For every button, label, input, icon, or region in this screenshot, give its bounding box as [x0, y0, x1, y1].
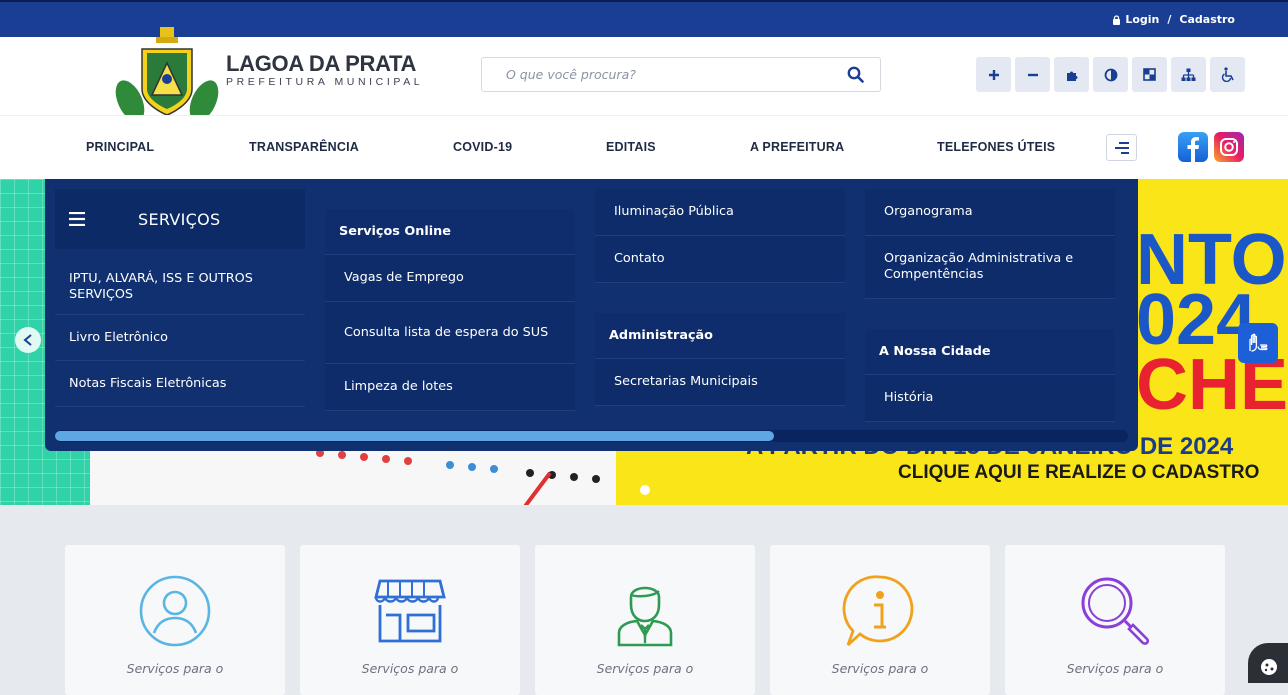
user-icon — [139, 575, 211, 647]
auth-separator: / — [1167, 13, 1172, 26]
wheelchair-icon[interactable] — [1210, 57, 1245, 92]
service-card-info[interactable]: Serviços para o — [770, 545, 990, 695]
carousel-dot[interactable] — [640, 485, 650, 495]
menu-lines-icon — [1114, 141, 1129, 154]
chevron-left-icon — [23, 334, 32, 346]
main-nav: PRINCIPAL TRANSPARÊNCIA COVID-19 EDITAIS… — [0, 115, 1288, 179]
minus-icon[interactable] — [1015, 57, 1050, 92]
brand-subtitle: PREFEITURA MUNICIPAL — [226, 76, 424, 88]
search-icon[interactable] — [847, 66, 864, 87]
services-menu-title: SERVIÇOS — [138, 209, 221, 229]
employee-icon — [617, 586, 673, 647]
nav-item-transparencia[interactable]: TRANSPARÊNCIA — [249, 140, 359, 154]
menu-heading-administracao: Administração — [595, 313, 845, 359]
service-card-label: Serviços para o — [596, 661, 694, 676]
menu-column-nossa-cidade: A Nossa Cidade História — [865, 329, 1115, 422]
facebook-icon[interactable] — [1178, 132, 1208, 162]
nav-item-editais[interactable]: EDITAIS — [606, 140, 656, 154]
carousel-prev-button[interactable] — [15, 327, 41, 353]
instagram-icon[interactable] — [1214, 132, 1244, 162]
service-card-label: Serviços para o — [361, 661, 459, 676]
service-card-business[interactable]: Serviços para o — [300, 545, 520, 695]
menu-scrollbar-thumb[interactable] — [55, 431, 774, 441]
register-link[interactable]: Cadastro — [1179, 13, 1235, 26]
cookie-settings-button[interactable] — [1248, 643, 1288, 683]
menu-item-iptu[interactable]: IPTU, ALVARÁ, ISS E OUTROS SERVIÇOS — [55, 259, 305, 315]
menu-column-4a: Organograma Organização Administrativa e… — [865, 189, 1115, 299]
lock-icon — [1113, 14, 1121, 25]
search-input[interactable] — [506, 67, 826, 82]
invert-icon[interactable] — [1132, 57, 1167, 92]
service-card-search[interactable]: Serviços para o — [1005, 545, 1225, 695]
nav-item-a-prefeitura[interactable]: A PREFEITURA — [750, 140, 844, 154]
menu-scrollbar[interactable] — [55, 430, 1128, 442]
cookie-icon — [1261, 659, 1277, 675]
service-card-label: Serviços para o — [1066, 661, 1164, 676]
brand-name: LAGOA DA PRATA — [226, 51, 417, 76]
menu-item-limpeza-lotes[interactable]: Limpeza de lotes — [325, 364, 575, 411]
search-icon — [1081, 577, 1150, 645]
menu-item-iluminacao-publica[interactable]: Iluminação Pública — [595, 189, 845, 236]
info-chat-icon — [842, 575, 914, 647]
menu-column-administracao: Administração Secretarias Municipais — [595, 313, 845, 406]
hands-icon — [1249, 333, 1268, 352]
nav-item-covid[interactable]: COVID-19 — [453, 140, 512, 154]
menu-item-contato[interactable]: Contato — [595, 236, 845, 283]
menu-item-historia[interactable]: História — [865, 375, 1115, 422]
service-card-citizen[interactable]: Serviços para o — [65, 545, 285, 695]
contrast-icon[interactable] — [1093, 57, 1128, 92]
store-icon — [374, 579, 446, 643]
plus-icon[interactable] — [976, 57, 1011, 92]
service-cards: Serviços para o Serviços para o Serviços… — [0, 505, 1288, 695]
brand[interactable]: LAGOA DA PRATA PREFEITURA MUNICIPAL — [226, 51, 423, 88]
service-card-employee[interactable]: Serviços para o — [535, 545, 755, 695]
services-list: IPTU, ALVARÁ, ISS E OUTROS SERVIÇOS Livr… — [55, 259, 305, 407]
search-box — [481, 57, 881, 92]
menu-item-notas-fiscais[interactable]: Notas Fiscais Eletrônicas — [55, 361, 305, 407]
login-link[interactable]: Login — [1125, 13, 1159, 26]
banner-cta-text: CLIQUE AQUI E REALIZE O CADASTRO — [898, 462, 1260, 483]
nav-item-telefones-uteis[interactable]: TELEFONES ÚTEIS — [937, 140, 1055, 154]
sitemap-icon[interactable] — [1171, 57, 1206, 92]
menu-heading-nossa-cidade: A Nossa Cidade — [865, 329, 1115, 375]
services-menu-header[interactable]: SERVIÇOS — [55, 189, 305, 249]
service-card-label: Serviços para o — [831, 661, 929, 676]
menu-item-vagas-emprego[interactable]: Vagas de Emprego — [325, 255, 575, 302]
menu-item-consulta-sus[interactable]: Consulta lista de espera do SUS — [325, 302, 575, 364]
header: LAGOA DA PRATA - MG LAGOA DA PRATA PREFE… — [0, 27, 1288, 128]
accessibility-toolbar — [976, 57, 1245, 92]
menu-toggle-button[interactable] — [1106, 134, 1137, 161]
hamburger-icon — [69, 212, 85, 226]
menu-item-organizacao-administrativa[interactable]: Organização Administrativa e Compentênci… — [865, 236, 1115, 299]
services-mega-menu: SERVIÇOS IPTU, ALVARÁ, ISS E OUTROS SERV… — [45, 179, 1138, 451]
menu-heading-servicos-online: Serviços Online — [325, 209, 575, 255]
puzzle-icon[interactable] — [1054, 57, 1089, 92]
service-card-label: Serviços para o — [126, 661, 224, 676]
auth-links: Login / Cadastro — [1112, 13, 1235, 26]
menu-column-3a: Iluminação Pública Contato — [595, 189, 845, 283]
menu-item-secretarias[interactable]: Secretarias Municipais — [595, 359, 845, 406]
menu-column-servicos-online: Serviços Online Vagas de Emprego Consult… — [325, 209, 575, 411]
menu-item-livro-eletronico[interactable]: Livro Eletrônico — [55, 315, 305, 361]
menu-item-organograma[interactable]: Organograma — [865, 189, 1115, 236]
nav-item-principal[interactable]: PRINCIPAL — [86, 140, 154, 154]
sign-language-widget-button[interactable] — [1238, 323, 1278, 363]
